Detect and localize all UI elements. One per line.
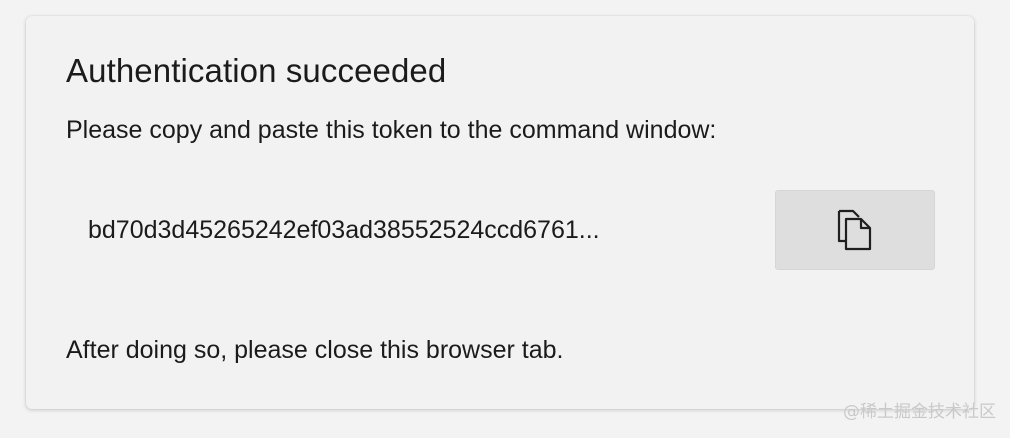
- page-title: Authentication succeeded: [66, 52, 447, 89]
- copy-token-button[interactable]: [775, 190, 935, 270]
- close-tab-note: After doing so, please close this browse…: [66, 336, 564, 364]
- copy-icon: [835, 209, 875, 251]
- instruction-text: Please copy and paste this token to the …: [66, 116, 717, 144]
- watermark: @稀土掘金技术社区: [843, 402, 996, 422]
- page: Authentication succeeded Please copy and…: [0, 0, 1010, 438]
- auth-success-card: Authentication succeeded Please copy and…: [26, 16, 974, 409]
- token-value[interactable]: bd70d3d45265242ef03ad38552524ccd6761...: [88, 216, 748, 245]
